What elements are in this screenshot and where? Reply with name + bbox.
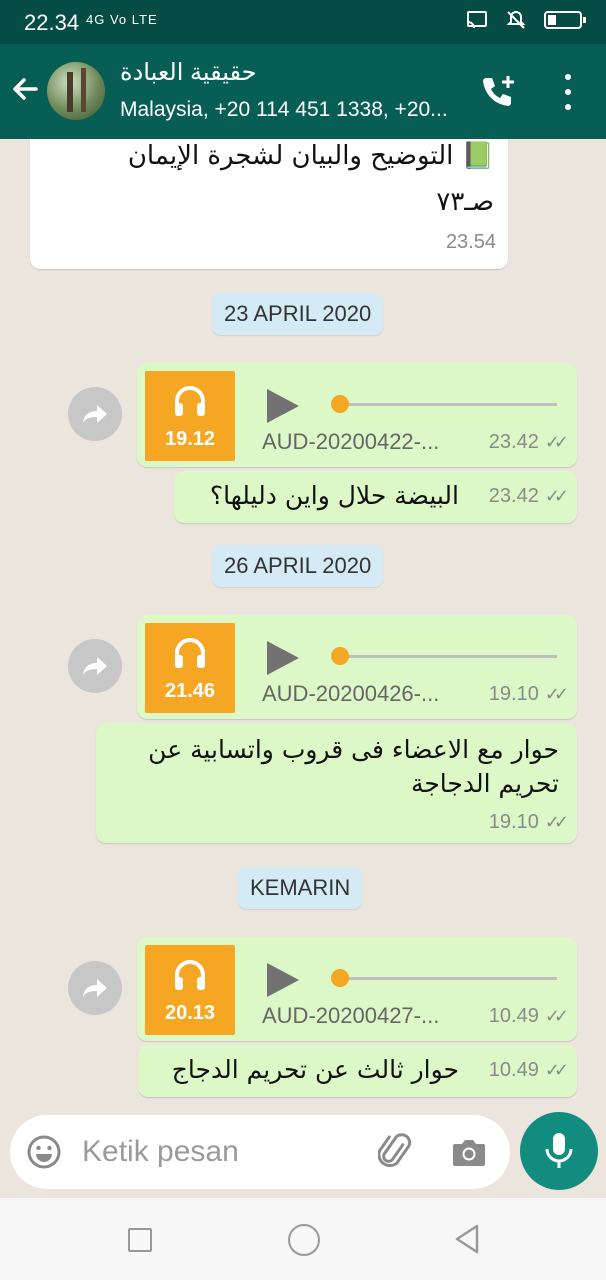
system-nav-bar	[0, 1198, 606, 1280]
message-time: 19.10	[488, 811, 539, 833]
status-icons	[466, 10, 586, 30]
play-icon[interactable]	[267, 963, 299, 997]
double-check-icon: ✓✓	[544, 1006, 569, 1026]
message-text: تحريم الدجاجة	[410, 769, 559, 798]
audio-thumbnail: 19.12	[145, 371, 235, 461]
emoji-icon[interactable]	[26, 1134, 62, 1170]
message-outgoing[interactable]: حوار ثالث عن تحريم الدجاج 10.49 ✓✓	[138, 1045, 577, 1097]
headphones-icon	[175, 386, 205, 416]
message-text: 📗 التوضيح والبيان لشجرة الإيمان	[127, 141, 494, 171]
cast-icon	[467, 11, 487, 29]
chat-area[interactable]: 📗 التوضيح والبيان لشجرة الإيمان صـ٧٣ 23.…	[0, 139, 606, 1116]
audio-thumbnail: 21.46	[145, 623, 235, 713]
voice-record-button[interactable]	[520, 1112, 598, 1190]
forward-arrow-icon	[83, 979, 107, 997]
attach-icon[interactable]	[378, 1132, 414, 1172]
overflow-menu-icon[interactable]	[556, 74, 580, 110]
status-bar: 22.34 4G Vo LTE	[0, 0, 606, 44]
double-check-icon: ✓✓	[544, 1060, 569, 1080]
forward-arrow-icon	[83, 405, 107, 423]
back-button[interactable]	[453, 1224, 481, 1254]
headphones-icon	[175, 638, 205, 668]
message-meta: 19.10 ✓✓	[488, 683, 569, 706]
mic-icon	[545, 1133, 573, 1168]
message-input-bar: Ketik pesan	[10, 1115, 510, 1189]
voice-message[interactable]: 19.12 AUD-20200422-... 23.42 ✓✓	[137, 363, 577, 467]
add-call-icon[interactable]	[478, 74, 518, 110]
group-avatar[interactable]	[47, 62, 105, 120]
play-icon[interactable]	[267, 641, 299, 675]
audio-seekbar[interactable]	[331, 647, 557, 665]
forward-arrow-icon	[83, 657, 107, 675]
status-time: 22.34	[24, 10, 80, 35]
message-time: 19.10	[488, 683, 539, 705]
audio-duration: 20.13	[164, 1002, 216, 1024]
date-chip: 23 APRIL 2020	[212, 293, 384, 335]
play-icon[interactable]	[267, 389, 299, 423]
audio-thumbnail: 20.13	[145, 945, 235, 1035]
double-check-icon: ✓✓	[544, 684, 569, 704]
headphones-icon	[175, 960, 205, 990]
message-outgoing[interactable]: البيضة حلال واين دليلها؟ 23.42 ✓✓	[174, 471, 577, 523]
audio-filename: AUD-20200427-...	[262, 1003, 440, 1028]
audio-duration: 21.46	[164, 680, 216, 702]
message-meta: 10.49 ✓✓	[488, 1059, 569, 1082]
audio-seekbar[interactable]	[331, 969, 557, 987]
chat-header: حقيقية العبادة Malaysia, +20 114 451 133…	[0, 44, 606, 139]
recents-button[interactable]	[128, 1228, 152, 1252]
voice-message[interactable]: 21.46 AUD-20200426-... 19.10 ✓✓	[137, 615, 577, 719]
message-text: حوار ثالث عن تحريم الدجاج	[171, 1055, 459, 1084]
forward-button[interactable]	[68, 961, 122, 1015]
forward-button[interactable]	[68, 639, 122, 693]
message-time: 10.49	[488, 1059, 539, 1081]
voice-message[interactable]: 20.13 AUD-20200427-... 10.49 ✓✓	[137, 937, 577, 1041]
message-text: صـ٧٣	[436, 187, 494, 217]
message-meta: 23.42 ✓✓	[488, 485, 569, 508]
group-title[interactable]: حقيقية العبادة	[120, 58, 257, 87]
home-button[interactable]	[288, 1224, 320, 1256]
audio-seekbar[interactable]	[331, 395, 557, 413]
message-meta: 23.42 ✓✓	[488, 431, 569, 454]
audio-duration: 19.12	[164, 428, 216, 450]
message-text: البيضة حلال واين دليلها؟	[209, 481, 459, 510]
double-check-icon: ✓✓	[544, 812, 569, 832]
date-chip: KEMARIN	[238, 867, 363, 909]
message-time: 23.42	[488, 485, 539, 507]
forward-button[interactable]	[68, 387, 122, 441]
message-outgoing[interactable]: حوار مع الاعضاء فى قروب واتسابية عن تحري…	[96, 723, 577, 843]
double-check-icon: ✓✓	[544, 486, 569, 506]
double-check-icon: ✓✓	[544, 432, 569, 452]
message-input[interactable]: Ketik pesan	[82, 1135, 239, 1169]
signal-indicator: 4G Vo LTE	[86, 12, 158, 27]
battery-icon	[544, 11, 586, 29]
group-participants[interactable]: Malaysia, +20 114 451 1338, +20...	[120, 98, 448, 122]
audio-filename: AUD-20200422-...	[262, 429, 440, 454]
message-text: حوار مع الاعضاء فى قروب واتسابية عن	[148, 735, 559, 764]
message-meta: 10.49 ✓✓	[488, 1005, 569, 1028]
camera-icon[interactable]	[451, 1136, 487, 1168]
message-time: 23.42	[488, 431, 539, 453]
date-chip: 26 APRIL 2020	[212, 545, 384, 587]
message-incoming[interactable]: 📗 التوضيح والبيان لشجرة الإيمان صـ٧٣ 23.…	[30, 139, 508, 269]
message-meta: 19.10 ✓✓	[488, 811, 569, 834]
audio-filename: AUD-20200426-...	[262, 681, 440, 706]
back-arrow-icon[interactable]	[10, 74, 40, 110]
mute-icon	[506, 10, 526, 29]
message-time: 23.54	[445, 231, 496, 253]
message-time: 10.49	[488, 1005, 539, 1027]
message-meta: 23.54	[446, 231, 496, 254]
